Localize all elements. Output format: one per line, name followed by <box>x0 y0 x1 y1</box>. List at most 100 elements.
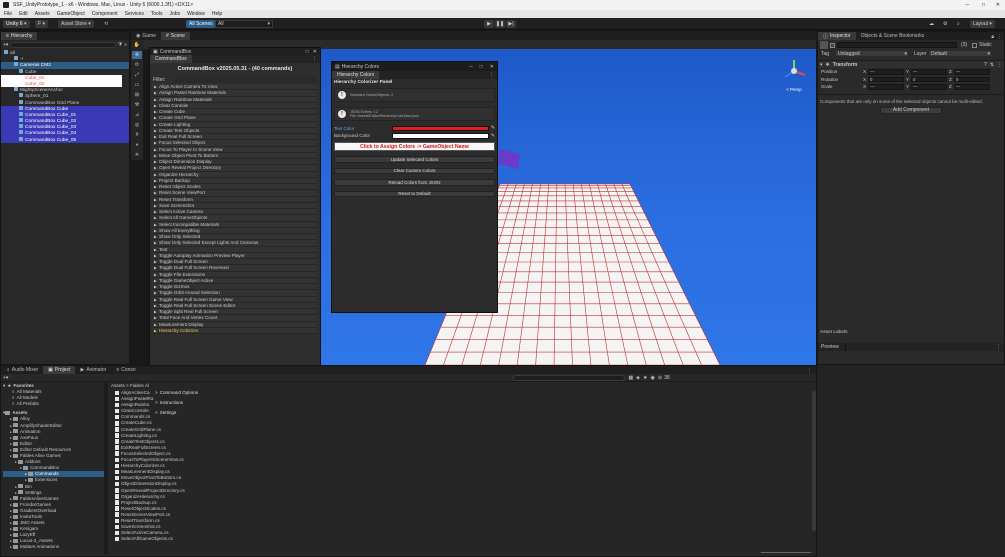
tab-game[interactable]: ◉ Game <box>131 32 161 40</box>
reset-to-default-button[interactable]: Reset to Default <box>334 190 495 197</box>
text-color-field[interactable] <box>392 125 489 131</box>
tab-hierarchy-colors[interactable]: Hierarchy Colors <box>332 71 380 79</box>
kebab-menu-icon[interactable]: ⋮ <box>312 56 317 62</box>
layer-dropdown[interactable]: Default ▾ <box>929 51 991 57</box>
kebab-menu-icon[interactable]: ⋮ <box>997 62 1002 68</box>
add-icon[interactable]: ● <box>132 141 142 149</box>
camera-icon[interactable]: ◎ <box>132 121 142 129</box>
preset-icon[interactable]: ⇅ <box>990 62 994 68</box>
layout-dropdown[interactable]: Layout ▾ <box>970 20 995 28</box>
filter-input[interactable] <box>175 77 317 83</box>
hiercolors-close-icon[interactable]: ✕ <box>490 64 494 70</box>
transform-tool-icon[interactable]: ⊞ <box>132 91 142 99</box>
tab-conso[interactable]: ≡ Conso <box>111 366 140 374</box>
hierarchy-search-input[interactable] <box>10 41 116 48</box>
tab-commandbox[interactable]: CommandBox <box>150 55 192 63</box>
transform-field-x[interactable]: 0 <box>868 76 904 82</box>
kebab-menu-icon[interactable]: ⋮ <box>996 344 1001 350</box>
help-icon[interactable]: ? <box>984 62 987 68</box>
transform-field-y[interactable]: — <box>911 84 947 90</box>
maximize-icon[interactable]: □ <box>982 2 985 8</box>
context-menu-item[interactable]: > Instructions <box>155 398 275 408</box>
minimize-icon[interactable]: ─ <box>965 2 969 8</box>
transform-field-x[interactable]: — <box>868 84 904 90</box>
light-icon[interactable]: ☀ <box>132 151 142 159</box>
commandbox-close-icon[interactable]: ✕ <box>313 49 317 55</box>
orientation-gizmo[interactable]: < Persp <box>780 57 808 92</box>
hand-tool-icon[interactable]: ✋ <box>132 41 142 49</box>
version-control-icon[interactable]: ⟲ <box>104 21 108 27</box>
menu-window[interactable]: Window <box>187 11 205 17</box>
transform-field-z[interactable]: — <box>954 84 990 90</box>
hiercolors-minimize-icon[interactable]: ─ <box>469 64 473 70</box>
menu-tools[interactable]: Tools <box>151 11 163 17</box>
eyedropper-icon[interactable]: ✎ <box>491 125 495 131</box>
filter-type-icon[interactable]: ▦ <box>628 375 633 381</box>
add-icon[interactable]: +▾ <box>3 42 8 48</box>
transform-field-y[interactable]: 0 <box>911 76 947 82</box>
snap-icon[interactable]: ⊿ <box>132 111 142 119</box>
transform-field-y[interactable]: — <box>911 69 947 75</box>
persp-label[interactable]: < Persp <box>780 87 808 92</box>
menu-file[interactable]: File <box>4 11 12 17</box>
commandbox-maximize-icon[interactable]: □ <box>306 49 309 55</box>
hidden-count-icon[interactable]: ⊘ <box>658 375 662 381</box>
tab-inspector[interactable]: ⓘ Inspector <box>818 32 856 40</box>
context-menu-item[interactable]: > Command Options <box>155 388 275 398</box>
reload-colors-button[interactable]: Reload Colors from JSON <box>334 179 495 186</box>
project-scrollbar[interactable] <box>812 391 816 531</box>
tag-dropdown[interactable]: Untagged ▾ <box>836 51 908 57</box>
settings-icon[interactable]: ⚙ <box>943 21 947 27</box>
add-component-button[interactable]: Add Component <box>880 106 942 114</box>
add-icon[interactable]: +▾ <box>3 375 8 381</box>
filter-label-icon[interactable]: ◈ <box>636 375 640 381</box>
menu-jobs[interactable]: Jobs <box>170 11 181 17</box>
favorite-item[interactable]: ⌕ All Prefabs <box>3 401 104 407</box>
asset-folder-item[interactable]: ▸ Mattars Animations <box>3 544 104 550</box>
menu-assets[interactable]: Assets <box>35 11 50 17</box>
bg-color-field[interactable] <box>392 133 489 139</box>
pause-button[interactable]: ❚❚ <box>495 20 505 28</box>
all-scenes-button[interactable]: All Scenes <box>186 20 216 28</box>
project-search-input[interactable] <box>513 374 626 381</box>
move-tool-icon[interactable]: ✥ <box>132 51 142 59</box>
step-button[interactable]: ▶| <box>506 20 516 28</box>
lock-icon[interactable]: 🔒︎ <box>991 34 994 40</box>
lock-icon[interactable]: ⋮ <box>807 368 812 374</box>
clear-custom-colors-button[interactable]: Clear Custom Colors <box>334 167 495 174</box>
kebab-menu-icon[interactable]: ⋮ <box>997 34 1002 40</box>
name-field[interactable] <box>837 42 957 48</box>
menu-component[interactable]: Component <box>92 11 118 17</box>
tab-bookmarks[interactable]: Objects & Scene Bookmarks <box>856 32 930 40</box>
breadcrumb[interactable]: Assets > Fables Al <box>111 383 149 388</box>
tab-audio-mixer[interactable]: ♫ Audio Mixer <box>1 366 43 374</box>
close-icon[interactable]: ✕ <box>996 2 1000 8</box>
update-selected-colors-button[interactable]: Update Selected Colors <box>334 156 495 163</box>
transform-field-x[interactable]: — <box>868 69 904 75</box>
search-icon[interactable]: ⌕ <box>957 21 960 27</box>
menu-services[interactable]: Services <box>125 11 144 17</box>
visibility-icon[interactable]: ◉ <box>651 375 655 381</box>
static-checkbox[interactable] <box>972 42 978 48</box>
tab-animator[interactable]: ▶ Animator <box>75 366 111 374</box>
menu-gameobject[interactable]: GameObject <box>57 11 85 17</box>
hierarchy-item[interactable]: CommandBox Cube_05 <box>1 136 129 143</box>
tab-hierarchy[interactable]: ≡ Hierarchy <box>1 32 38 40</box>
tab-scene[interactable]: # Scene <box>161 32 190 40</box>
active-checkbox[interactable]: ✓ <box>830 42 835 48</box>
tree-scrollbar[interactable] <box>104 383 108 555</box>
custom-tool-icon[interactable]: ⚒ <box>132 101 142 109</box>
hiercolors-kebab-icon[interactable]: ⋮ <box>489 72 494 78</box>
zoom-slider[interactable] <box>761 552 811 553</box>
play-button[interactable]: ▶ <box>484 20 494 28</box>
scale-tool-icon[interactable]: ⤢ <box>132 71 142 79</box>
scene-dropdown[interactable]: All ▾ <box>215 20 273 28</box>
grid-icon[interactable]: # <box>132 131 142 139</box>
transform-field-z[interactable]: — <box>954 69 990 75</box>
eyedropper-icon[interactable]: ✎ <box>491 133 495 139</box>
menu-edit[interactable]: Edit <box>19 11 28 17</box>
command-item[interactable]: Hierarchy Colorizer <box>153 327 317 334</box>
favorite-icon[interactable]: ★ <box>643 375 647 381</box>
search-icon[interactable]: ⌕ <box>124 42 127 48</box>
cloud-button[interactable]: F ▾ <box>35 20 48 28</box>
